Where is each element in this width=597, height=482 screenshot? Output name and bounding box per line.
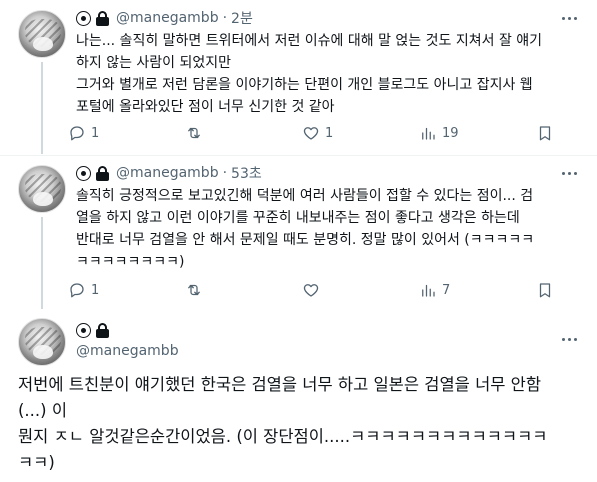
bookmark-button[interactable] [536,123,554,143]
user-handle[interactable]: @manegambb [116,165,219,181]
views-button[interactable]: 7 [419,280,450,300]
timestamp[interactable]: 53초 [231,163,262,183]
author-block: @manegambb [76,321,179,359]
reply-count: 1 [91,125,100,141]
like-count: 1 [325,125,334,141]
more-icon[interactable] [557,164,581,182]
reply-count: 1 [91,282,100,298]
lock-icon [95,10,110,26]
thread-line [41,217,43,309]
verified-badge-icon [76,10,91,26]
retweet-button[interactable] [185,123,208,143]
tweet-header: @manegambb · 2분 [76,8,253,28]
retweet-icon [188,284,200,296]
more-icon[interactable] [557,330,581,348]
reply-icon [70,126,84,141]
bookmark-icon [539,283,551,298]
tweet-header: @manegambb · 53초 [76,163,262,183]
view-count: 7 [442,282,451,298]
retweet-button[interactable] [185,280,208,300]
divider [0,155,597,156]
heart-icon [303,127,319,140]
views-icon [422,127,435,140]
user-handle[interactable]: @manegambb [76,343,179,359]
separator-dot: · [222,165,228,181]
bookmark-icon [539,126,551,141]
reply-button[interactable]: 1 [68,280,99,300]
avatar[interactable] [18,318,66,366]
avatar[interactable] [18,165,66,213]
timestamp[interactable]: 2분 [231,8,253,28]
heart-icon [303,284,319,297]
tweet-actions: 1 1 19 [68,123,568,143]
like-button[interactable]: 1 [302,123,333,143]
reply-icon [70,283,84,298]
like-button[interactable] [302,280,325,300]
tweet-actions: 1 7 [68,280,568,300]
view-count: 19 [442,125,459,141]
tweet-text: 나는... 솔직히 말하면 트위터에서 저런 이슈에 대해 말 얹는 것도 지쳐… [76,33,543,115]
verified-badge-icon [76,322,91,338]
bookmark-button[interactable] [536,280,554,300]
reply-button[interactable]: 1 [68,123,99,143]
user-handle[interactable]: @manegambb [116,10,219,26]
separator-dot: · [222,10,228,26]
views-button[interactable]: 19 [419,123,459,143]
avatar[interactable] [18,10,66,58]
verified-badge-icon [76,165,91,181]
more-icon[interactable] [557,9,581,27]
retweet-icon [188,127,200,139]
lock-icon [95,165,110,181]
tweet-text: 솔직히 긍정적으로 보고있긴해 덕분에 여러 사람들이 접할 수 있다는 점이.… [76,188,535,270]
views-icon [422,284,435,297]
thread-line [41,62,43,154]
tweet-text: 저번에 트친분이 얘기했던 한국은 검열을 너무 하고 일본은 검열을 너무 안… [18,375,548,472]
lock-icon [95,322,110,338]
